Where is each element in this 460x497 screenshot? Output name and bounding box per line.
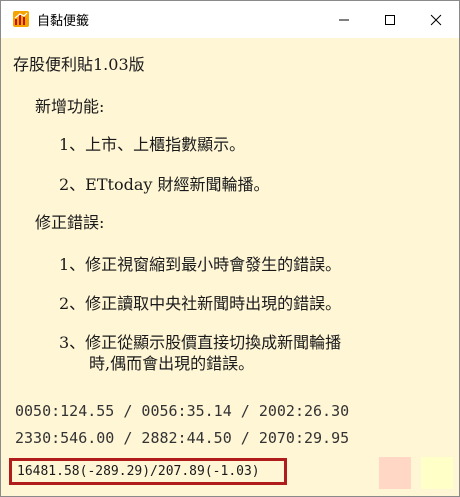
window-title: 自黏便籤 — [37, 14, 90, 29]
maximize-icon — [385, 14, 395, 25]
index-summary-text: 16481.58(-289.29)/207.89(-1.03) — [17, 464, 260, 479]
note-heading: 存股便利貼1.03版 — [13, 55, 145, 74]
sticky-note-window: 自黏便籤 存股便利貼1.03版 新增功能: 1、上市、上櫃指數顯示。 2、ETt… — [0, 0, 460, 497]
app-chart-icon — [13, 11, 29, 27]
fix-item: 2、修正讀取中央社新聞時出現的錯誤。 — [59, 294, 342, 313]
note-content[interactable]: 存股便利貼1.03版 新增功能: 1、上市、上櫃指數顯示。 2、ETtoday … — [1, 38, 459, 496]
new-feature-item: 1、上市、上櫃指數顯示。 — [59, 135, 246, 154]
color-swatch-pink[interactable] — [379, 457, 411, 489]
index-summary: 16481.58(-289.29)/207.89(-1.03) — [9, 458, 287, 485]
stock-quotes-row-1: 0050:124.55 / 0056:35.14 / 2002:26.30 — [15, 402, 350, 420]
fixes-title: 修正錯誤: — [35, 213, 105, 232]
fix-item-continuation: 時,偶而會出現的錯誤。 — [89, 354, 255, 373]
minimize-icon — [339, 19, 349, 20]
maximize-button[interactable] — [367, 1, 413, 38]
fix-item: 1、修正視窗縮到最小時會發生的錯誤。 — [59, 255, 342, 274]
stock-quotes-row-2: 2330:546.00 / 2882:44.50 / 2070:29.95 — [15, 429, 350, 447]
new-feature-item: 2、ETtoday 財經新聞輪播。 — [59, 175, 270, 194]
close-button[interactable] — [413, 1, 459, 38]
title-bar[interactable]: 自黏便籤 — [1, 1, 459, 38]
new-features-title: 新增功能: — [35, 97, 105, 116]
close-icon — [430, 14, 442, 25]
color-swatch-yellow[interactable] — [421, 457, 453, 489]
minimize-button[interactable] — [321, 1, 367, 38]
